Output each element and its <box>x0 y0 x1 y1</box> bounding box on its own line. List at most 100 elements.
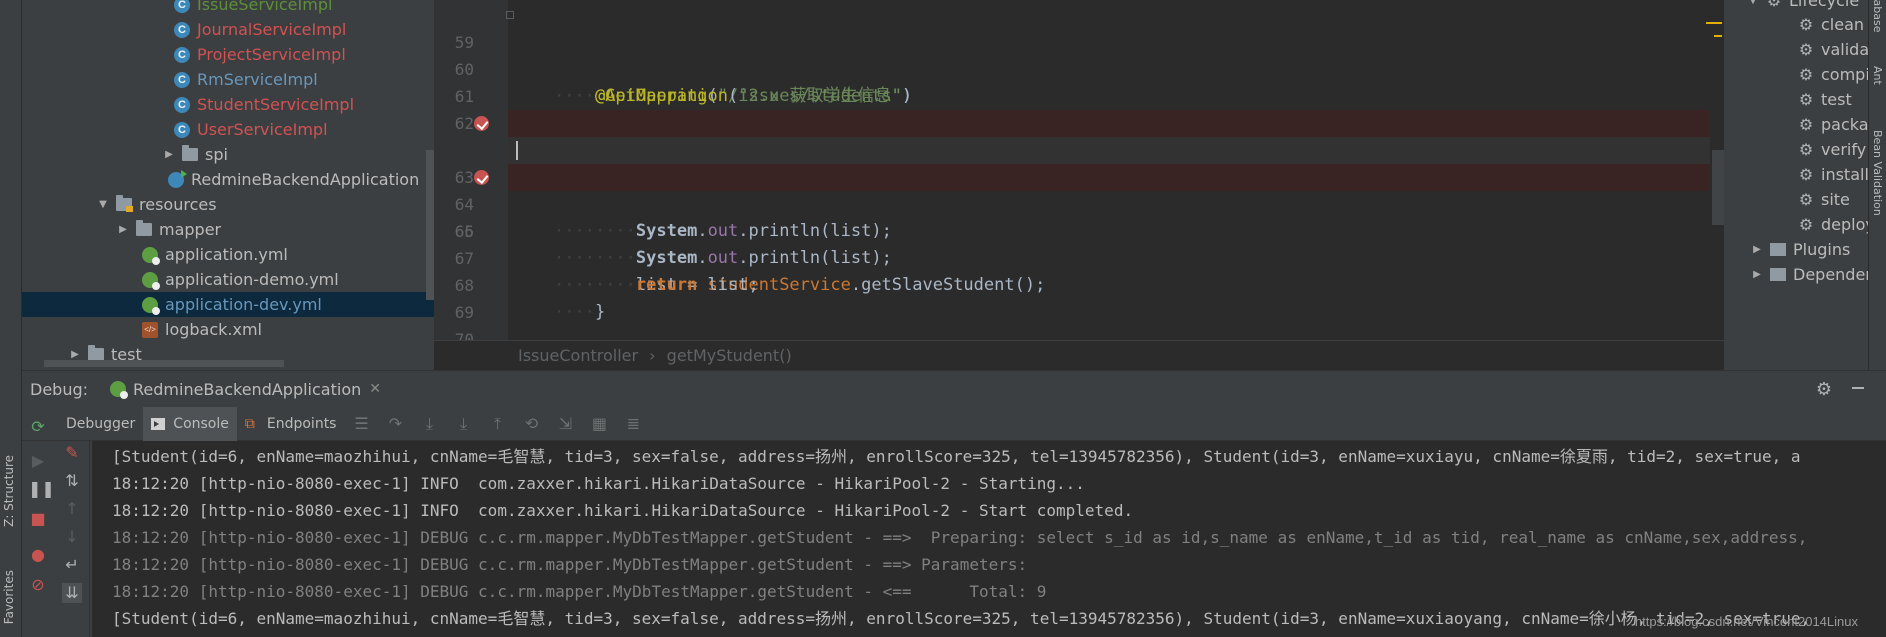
database-tab[interactable]: Database <box>1871 0 1884 33</box>
tree-item[interactable]: ▶ mapper <box>22 217 434 242</box>
tree-item[interactable]: application-demo.yml <box>22 267 434 292</box>
code-line[interactable]: 61 ····public List<Student> getMyStudent… <box>434 56 1724 133</box>
tree-item[interactable]: application.yml <box>22 242 434 267</box>
resume-icon[interactable]: ▶ <box>28 451 48 471</box>
maven-plugins[interactable]: ▶ Plugins <box>1750 237 1850 262</box>
soft-wrap-icon[interactable]: ↵ <box>62 555 82 575</box>
clear-icon[interactable]: ✎ <box>62 443 82 463</box>
trace-icon[interactable]: ≣ <box>616 414 650 433</box>
tree-item[interactable]: C RmServiceImpl <box>22 67 434 92</box>
tree-horizontal-scrollbar[interactable] <box>44 360 284 367</box>
tab-console[interactable]: Console <box>143 406 237 441</box>
tree-item[interactable]: C UserServiceImpl <box>22 117 434 142</box>
maven-phase[interactable]: ⚙ test <box>1798 87 1852 112</box>
maven-panel: ▼ ⚙ Lifecycle ⚙ clean ⚙ validate ⚙ compile ⚙… <box>1724 0 1886 370</box>
collapse-arrow-icon[interactable]: ▼ <box>1746 0 1760 6</box>
collapse-arrow-icon[interactable]: ▼ <box>96 199 110 210</box>
tree-item[interactable]: C IssueServiceImpl <box>22 0 434 17</box>
favorites-tab[interactable]: Favorites <box>2 570 16 624</box>
lifecycle-icon: ⚙ <box>1766 0 1782 10</box>
debug-session-tab[interactable]: RedmineBackendApplication ✕ <box>110 380 381 399</box>
step-out-icon[interactable]: ⤒ <box>480 414 514 434</box>
folder-icon <box>182 145 198 161</box>
sort-icon[interactable]: ⇅ <box>62 471 82 491</box>
tree-item[interactable]: </> logback.xml <box>22 317 434 342</box>
code-line[interactable]: 59 ····@GetMapping("/issues/students") <box>434 2 1724 106</box>
gear-icon[interactable]: ⚙ <box>1816 379 1832 400</box>
spring-config-icon <box>142 296 160 315</box>
maven-dependencies[interactable]: ▶ Dependencies <box>1750 262 1886 287</box>
code-editor[interactable]: 59 ····@GetMapping("/issues/students") 6… <box>434 0 1724 376</box>
stop-icon[interactable]: ■ <box>28 509 48 529</box>
class-icon: C <box>174 96 190 113</box>
tree-scrollbar[interactable] <box>426 150 434 300</box>
breakpoint-icon[interactable] <box>474 116 489 131</box>
code-line[interactable]: 67 ········return list; <box>434 218 1724 295</box>
gear-icon: ⚙ <box>1798 39 1814 59</box>
console-line: [Student(id=6, enName=maozhihui, cnName=… <box>112 447 1801 466</box>
expand-arrow-icon[interactable]: ▶ <box>68 349 82 360</box>
expand-arrow-icon[interactable]: ▶ <box>162 149 176 160</box>
tree-item[interactable]: C JournalServiceImpl <box>22 17 434 42</box>
scroll-to-end-icon[interactable]: ⇊ <box>62 583 82 603</box>
expand-arrow-icon[interactable]: ▶ <box>1750 269 1764 280</box>
tree-item[interactable]: C StudentServiceImpl <box>22 92 434 117</box>
code-line-breakpoint[interactable]: 63 ········System.out.println(list); <box>434 110 1724 241</box>
code-line[interactable]: 60 ····@ApiOperation("2.x 获取学生信息") <box>434 29 1724 106</box>
structure-tab[interactable]: Z: Structure <box>2 455 16 527</box>
console-output[interactable]: [Student(id=6, enName=maozhihui, cnName=… <box>92 441 1886 637</box>
maven-phase[interactable]: ⚙ install <box>1798 162 1869 187</box>
console-line: 18:12:20 [http-nio-8080-exec-1] INFO com… <box>112 501 1134 520</box>
breadcrumb-method[interactable]: getMyStudent() <box>667 346 792 365</box>
pause-icon[interactable]: ❚❚ <box>28 479 55 499</box>
spring-config-icon <box>142 271 160 290</box>
rerun-icon[interactable]: ⟳ <box>28 417 48 437</box>
up-icon[interactable]: ↑ <box>62 499 82 519</box>
force-step-into-icon[interactable]: ⤓ <box>446 414 480 434</box>
ant-tab[interactable]: Ant <box>1871 66 1884 85</box>
code-line[interactable]: 70 ····@PostMapping("/issues") <box>434 299 1724 376</box>
tree-item-selected[interactable]: application-dev.yml <box>22 292 434 317</box>
breakpoint-icon[interactable] <box>474 170 489 185</box>
code-line-breakpoint[interactable]: 65 ········list = studentService.getSlav… <box>434 164 1724 295</box>
bean-validation-tab[interactable]: Bean Validation <box>1871 130 1884 216</box>
code-line[interactable]: 71 ····@ApiOperation("2.3 创建新任务") <box>434 326 1724 340</box>
gear-icon: ⚙ <box>1798 164 1814 184</box>
step-over-icon[interactable]: ↷ <box>378 414 412 433</box>
warning-marker[interactable] <box>1706 22 1722 24</box>
view-breakpoints-icon[interactable]: ● <box>28 545 48 565</box>
code-line[interactable]: 69 <box>434 272 1724 322</box>
evaluate-icon[interactable]: ▦ <box>582 414 616 433</box>
maven-phase[interactable]: ⚙ deploy <box>1798 212 1875 237</box>
close-icon[interactable]: ✕ <box>369 381 381 397</box>
left-tool-strip: Z: Structure Favorites <box>0 0 22 637</box>
tree-item[interactable]: ▶ spi <box>22 142 434 167</box>
expand-arrow-icon[interactable]: ▶ <box>116 224 130 235</box>
maven-phase[interactable]: ⚙ verify <box>1798 137 1866 162</box>
menu-icon[interactable]: ☰ <box>344 414 378 433</box>
tab-endpoints[interactable]: ⧉ Endpoints <box>237 407 345 441</box>
code-line-current[interactable]: 64 <box>434 137 1724 214</box>
code-line[interactable]: 66 ········System.out.println(list); <box>434 191 1724 268</box>
tree-item[interactable]: ▼ resources <box>22 192 434 217</box>
tree-item[interactable]: RedmineBackendApplication <box>22 167 434 192</box>
xml-file-icon: </> <box>142 321 158 338</box>
warning-marker[interactable] <box>1714 35 1722 37</box>
drop-frame-icon[interactable]: ⟲ <box>514 414 548 433</box>
code-line[interactable]: 62 ········List<Student> list = studentS… <box>434 83 1724 160</box>
run-to-cursor-icon[interactable]: ⇲ <box>548 414 582 433</box>
breadcrumb-class[interactable]: IssueController <box>518 346 638 365</box>
maven-phase[interactable]: ⚙ site <box>1798 187 1850 212</box>
expand-arrow-icon[interactable]: ▶ <box>1750 244 1764 255</box>
step-into-icon[interactable]: ⤓ <box>412 414 446 434</box>
fold-marker-icon[interactable] <box>506 11 514 19</box>
tab-debugger[interactable]: Debugger <box>58 407 143 441</box>
editor-scrollbar[interactable] <box>1712 150 1724 225</box>
down-icon[interactable]: ↓ <box>62 527 82 547</box>
class-icon: C <box>174 21 190 38</box>
minimize-icon[interactable] <box>1852 387 1864 389</box>
maven-phase[interactable]: ⚙ clean <box>1798 12 1864 37</box>
code-line[interactable]: 68 ····} <box>434 245 1724 322</box>
tree-item[interactable]: C ProjectServiceImpl <box>22 42 434 67</box>
mute-breakpoints-icon[interactable]: ⊘ <box>28 575 48 595</box>
